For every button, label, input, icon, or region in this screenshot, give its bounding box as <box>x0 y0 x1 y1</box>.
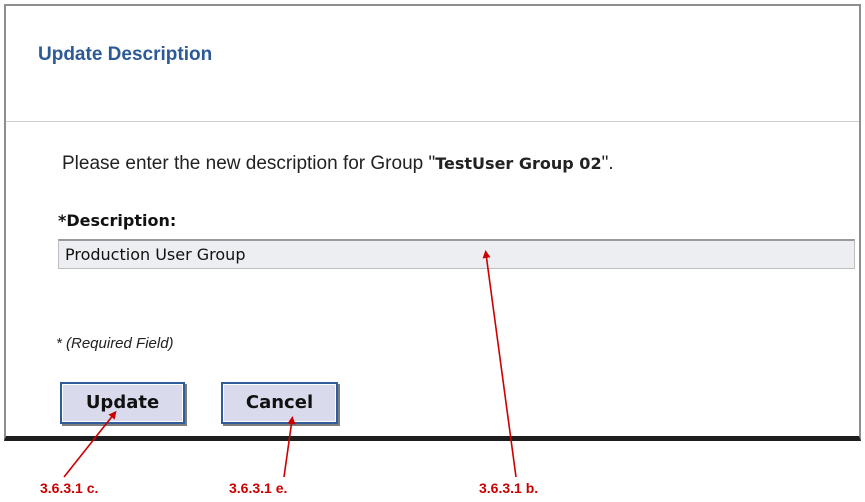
description-label: *Description: <box>58 211 177 230</box>
callout-label-cancel: 3.6.3.1 e. <box>229 480 288 496</box>
dialog-title: Update Description <box>38 44 213 65</box>
callout-label-description: 3.6.3.1 b. <box>479 480 539 496</box>
update-description-dialog: Update Description Please enter the new … <box>4 4 861 441</box>
callout-label-update: 3.6.3.1 c. <box>40 480 99 496</box>
instruction-prefix: Please enter the new description for Gro… <box>62 153 436 174</box>
required-field-note: * (Required Field) <box>56 335 174 352</box>
title-divider <box>6 121 859 122</box>
instruction-suffix: ". <box>601 153 614 174</box>
group-name: TestUser Group 02 <box>435 154 602 173</box>
description-input[interactable] <box>58 239 855 269</box>
instruction-text: Please enter the new description for Gro… <box>62 153 614 175</box>
update-button[interactable]: Update <box>60 382 185 424</box>
cancel-button[interactable]: Cancel <box>221 382 338 424</box>
